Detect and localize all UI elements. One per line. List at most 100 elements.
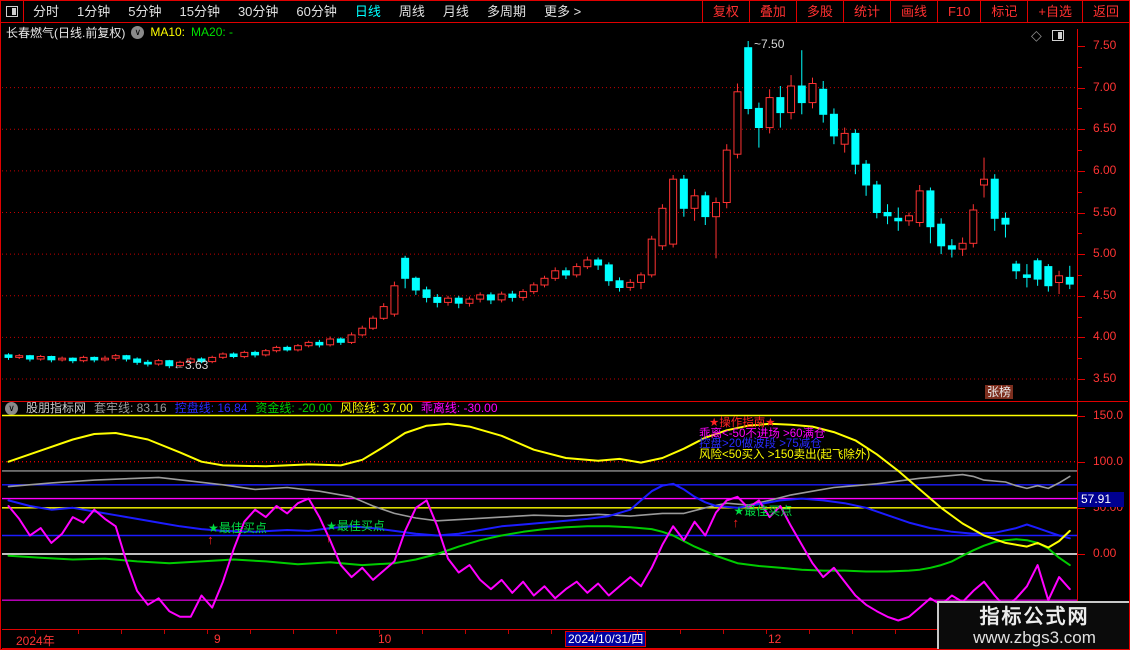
- price-axis-tick: [1078, 46, 1085, 47]
- period-item-4[interactable]: 30分钟: [229, 1, 287, 22]
- period-item-3[interactable]: 15分钟: [170, 1, 228, 22]
- x-axis-tick: [723, 630, 724, 634]
- period-item-7[interactable]: 周线: [390, 1, 434, 22]
- x-axis-tick: [637, 630, 638, 634]
- watermark: 指标公式网 www.zbgs3.com: [937, 601, 1130, 650]
- price-axis-label: 5.00: [1093, 246, 1116, 260]
- price-axis-label: 6.50: [1093, 121, 1116, 135]
- app-window: 分时1分钟5分钟15分钟30分钟60分钟日线周线月线多周期更多 > 复权叠加多股…: [0, 0, 1130, 650]
- x-axis-tick: [809, 630, 810, 634]
- tool-item-4[interactable]: 画线: [890, 1, 937, 22]
- x-axis-label-3: 12: [768, 632, 781, 646]
- panel-current-value-badge: 57.91: [1078, 492, 1124, 507]
- x-axis-tick: [852, 630, 853, 634]
- price-axis-tick: [1078, 296, 1085, 297]
- x-axis-tick: [379, 630, 380, 634]
- price-axis-minor-tick: [1078, 150, 1082, 151]
- price-axis-label: 3.50: [1093, 371, 1116, 385]
- price-axis-tick: [1078, 254, 1085, 255]
- panel-axis-label: 0.00: [1093, 546, 1116, 560]
- period-item-8[interactable]: 月线: [434, 1, 478, 22]
- buy-marker-label-2: ★最佳买点: [733, 502, 792, 519]
- price-axis-tick: [1078, 171, 1085, 172]
- price-axis-minor-tick: [1078, 192, 1082, 193]
- x-axis-tick: [895, 630, 896, 634]
- window-layout-icon: [6, 6, 18, 17]
- watermark-title: 指标公式网: [980, 606, 1090, 628]
- x-axis-tick: [551, 630, 552, 634]
- tool-item-5[interactable]: F10: [937, 1, 980, 22]
- price-axis-label: 7.00: [1093, 80, 1116, 94]
- price-axis-label: 4.00: [1093, 329, 1116, 343]
- x-axis-tick: [465, 630, 466, 634]
- guide-line-0: ★操作指南★: [699, 418, 870, 429]
- period-menu: 分时1分钟5分钟15分钟30分钟60分钟日线周线月线多周期更多 >: [24, 1, 590, 22]
- right-axis-line: [1077, 29, 1078, 629]
- period-item-9[interactable]: 多周期: [478, 1, 535, 22]
- tool-item-8[interactable]: 返回: [1082, 1, 1129, 22]
- x-axis-tick: [336, 630, 337, 634]
- price-axis-tick: [1078, 129, 1085, 130]
- tool-item-3[interactable]: 统计: [843, 1, 890, 22]
- price-axis-tick: [1078, 379, 1085, 380]
- price-axis-minor-tick: [1078, 233, 1082, 234]
- panel-axis-label: 100.0: [1093, 454, 1123, 468]
- x-axis-tick: [766, 630, 767, 634]
- buy-marker-label-0: ★最佳买点: [208, 519, 267, 536]
- price-axis-label: 5.50: [1093, 205, 1116, 219]
- tool-item-2[interactable]: 多股: [796, 1, 843, 22]
- panel-axis-tick: [1078, 462, 1085, 463]
- period-item-10[interactable]: 更多 >: [535, 1, 590, 22]
- candlestick-chart[interactable]: [2, 29, 1077, 401]
- period-item-5[interactable]: 60分钟: [287, 1, 345, 22]
- x-axis-tick: [35, 630, 36, 634]
- price-axis-minor-tick: [1078, 67, 1082, 68]
- period-item-2[interactable]: 5分钟: [119, 1, 170, 22]
- panel-axis-tick: [1078, 554, 1085, 555]
- x-axis-label-2: 10: [378, 632, 391, 646]
- buy-marker-label-1: ★最佳买点: [326, 517, 385, 534]
- x-axis-tick: [680, 630, 681, 634]
- price-axis-label: 6.00: [1093, 163, 1116, 177]
- peak-annotation: ~7.50: [754, 37, 784, 51]
- x-axis-label-0: 2024年: [16, 632, 55, 649]
- tool-item-7[interactable]: +自选: [1027, 1, 1082, 22]
- price-axis-label: 7.50: [1093, 38, 1116, 52]
- price-axis-tick: [1078, 213, 1085, 214]
- x-axis-tick: [594, 630, 595, 634]
- guide-line-2: 控盘>20做波段 >75减仓: [699, 439, 870, 450]
- x-axis-label-1: 9: [214, 632, 221, 646]
- price-axis-tick: [1078, 88, 1085, 89]
- period-item-0[interactable]: 分时: [24, 1, 68, 22]
- price-axis-minor-tick: [1078, 275, 1082, 276]
- price-axis-minor-tick: [1078, 317, 1082, 318]
- x-axis-tick: [78, 630, 79, 634]
- x-axis-tick: [164, 630, 165, 634]
- selected-date-box: 2024/10/31/四: [565, 631, 646, 647]
- panel-axis-tick: [1078, 416, 1085, 417]
- operation-guide: ★操作指南★乖离<-50不进场 >60满仓控盘>20做波段 >75减仓风险<50…: [699, 418, 870, 460]
- indicator-panel-chart[interactable]: [2, 414, 1077, 629]
- price-axis-minor-tick: [1078, 358, 1082, 359]
- trough-annotation: ←3.63: [173, 358, 208, 372]
- rank-badge[interactable]: 张榜: [985, 385, 1013, 399]
- period-item-6[interactable]: 日线: [346, 1, 390, 22]
- window-layout-button[interactable]: [1, 1, 24, 22]
- top-toolbar: 分时1分钟5分钟15分钟30分钟60分钟日线周线月线多周期更多 > 复权叠加多股…: [1, 1, 1129, 23]
- x-axis-tick: [508, 630, 509, 634]
- period-item-1[interactable]: 1分钟: [68, 1, 119, 22]
- tools-menu: 复权叠加多股统计画线F10标记+自选返回: [702, 1, 1129, 22]
- x-axis-tick: [207, 630, 208, 634]
- watermark-url: www.zbgs3.com: [973, 628, 1096, 648]
- panel-axis-tick: [1078, 508, 1085, 509]
- panel-axis-label: 150.0: [1093, 408, 1123, 422]
- price-axis-tick: [1078, 337, 1085, 338]
- guide-line-3: 风险<50买入 >150卖出(起飞除外): [699, 450, 870, 461]
- tool-item-0[interactable]: 复权: [702, 1, 749, 22]
- x-axis-tick: [250, 630, 251, 634]
- x-axis-tick: [121, 630, 122, 634]
- x-axis-tick: [422, 630, 423, 634]
- tool-item-6[interactable]: 标记: [980, 1, 1027, 22]
- price-axis-label: 4.50: [1093, 288, 1116, 302]
- tool-item-1[interactable]: 叠加: [749, 1, 796, 22]
